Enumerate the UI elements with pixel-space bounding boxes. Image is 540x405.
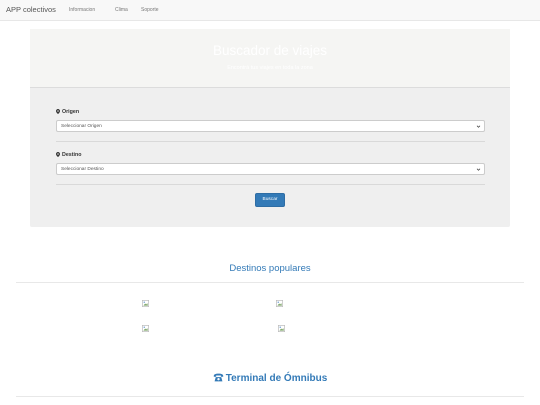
origin-select-value: Seleccionar Origen [61,124,102,129]
origin-select[interactable]: Seleccionar Origen [56,120,485,132]
map-marker-icon [56,152,60,157]
nav-link-clima[interactable]: Clima [115,7,128,13]
destination-select[interactable]: Seleccionar Destino [56,163,485,175]
nav-link-informacion[interactable]: Informacion [69,7,95,13]
navbar: APP colectivos Informacion Clima Soporte [0,0,540,21]
divider [16,396,524,397]
broken-image-icon[interactable] [142,300,149,307]
divider [56,141,485,142]
terminal-heading: Terminal de Ómnibus [0,373,540,384]
divider [56,184,485,185]
origin-label-text: Origen [62,109,80,115]
search-button[interactable]: Buscar [255,193,285,207]
brand-link[interactable]: APP colectivos [6,5,56,14]
chevron-down-icon [476,168,481,171]
broken-image-icon[interactable] [278,325,285,332]
chevron-down-icon [476,125,481,128]
destination-label-text: Destino [62,152,82,158]
popular-destinations-title: Destinos populares [229,263,311,274]
destination-select-value: Seleccionar Destino [61,167,104,172]
destination-label: Destino [56,152,81,158]
hero-title: Buscador de viajes [212,43,328,58]
nav-link-soporte[interactable]: Soporte [141,7,159,13]
terminal-title: Terminal de Ómnibus [225,373,328,384]
phone-icon [213,373,223,382]
map-marker-icon [56,109,60,114]
divider [16,282,524,283]
broken-image-icon[interactable] [276,300,283,307]
broken-image-icon[interactable] [142,325,149,332]
origin-label: Origen [56,109,79,115]
hero-header: Buscador de viajes Encontrá tus viajes e… [30,29,510,88]
hero-subtitle: Encontrá tus viajes en toda la zona [227,65,313,71]
